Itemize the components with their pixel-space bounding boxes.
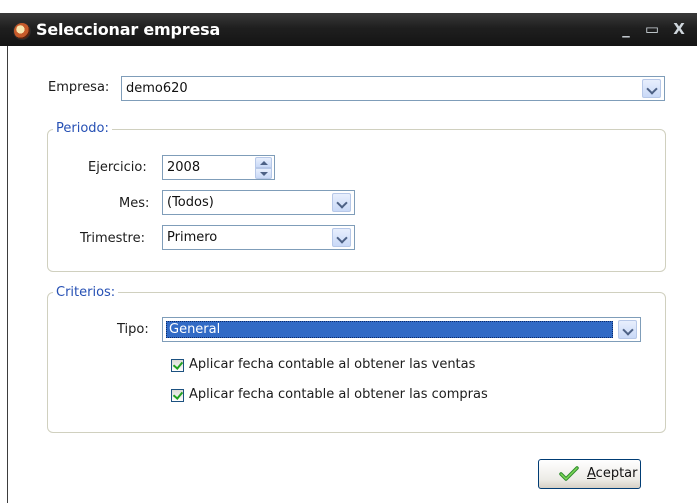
ventas-checkbox-label[interactable]: Aplicar fecha contable al obtener las ve… xyxy=(189,357,475,372)
minimize-button[interactable]: _ xyxy=(616,18,636,40)
tipo-chevron-down-icon[interactable] xyxy=(618,320,637,339)
accept-button-label: Aceptar xyxy=(587,466,638,481)
window-title: Seleccionar empresa xyxy=(36,20,221,39)
mes-label: Mes: xyxy=(119,196,150,211)
empresa-value: demo620 xyxy=(126,81,188,96)
tipo-value: General xyxy=(169,322,221,337)
criterios-group-title: Criterios: xyxy=(53,285,119,300)
mes-combobox[interactable]: (Todos) xyxy=(162,190,355,215)
trimestre-label: Trimestre: xyxy=(80,231,145,246)
mes-chevron-down-icon[interactable] xyxy=(332,193,351,212)
ejercicio-spinner[interactable]: 2008 xyxy=(162,155,275,180)
spin-up-icon[interactable] xyxy=(255,157,272,168)
tipo-selection-highlight xyxy=(166,321,613,338)
compras-checkbox[interactable] xyxy=(171,389,184,402)
empresa-label: Empresa: xyxy=(48,80,110,95)
empresa-chevron-down-icon[interactable] xyxy=(642,79,661,98)
maximize-button[interactable]: ▭ xyxy=(642,18,662,40)
compras-checkbox-label[interactable]: Aplicar fecha contable al obtener las co… xyxy=(189,387,488,402)
close-button[interactable]: X xyxy=(669,18,689,40)
accept-button[interactable]: Aceptar xyxy=(538,459,641,489)
dialog-window: Seleccionar empresa _ ▭ X Empresa: demo6… xyxy=(0,0,697,503)
spin-down-icon[interactable] xyxy=(255,168,272,179)
tipo-combobox[interactable]: General xyxy=(162,317,641,342)
empresa-combobox[interactable]: demo620 xyxy=(121,76,665,101)
trimestre-value: Primero xyxy=(167,230,218,245)
ventas-checkbox[interactable] xyxy=(171,359,184,372)
tipo-label: Tipo: xyxy=(117,322,149,337)
title-bar[interactable]: Seleccionar empresa _ ▭ X xyxy=(0,0,697,56)
app-logo-icon[interactable] xyxy=(13,22,31,40)
window-border xyxy=(7,46,8,503)
periodo-group-title: Periodo: xyxy=(53,121,112,136)
trimestre-chevron-down-icon[interactable] xyxy=(332,228,351,247)
mes-value: (Todos) xyxy=(167,195,214,210)
trimestre-combobox[interactable]: Primero xyxy=(162,225,355,250)
checkmark-icon xyxy=(559,466,579,481)
ejercicio-value: 2008 xyxy=(167,160,201,175)
ejercicio-label: Ejercicio: xyxy=(88,160,147,175)
